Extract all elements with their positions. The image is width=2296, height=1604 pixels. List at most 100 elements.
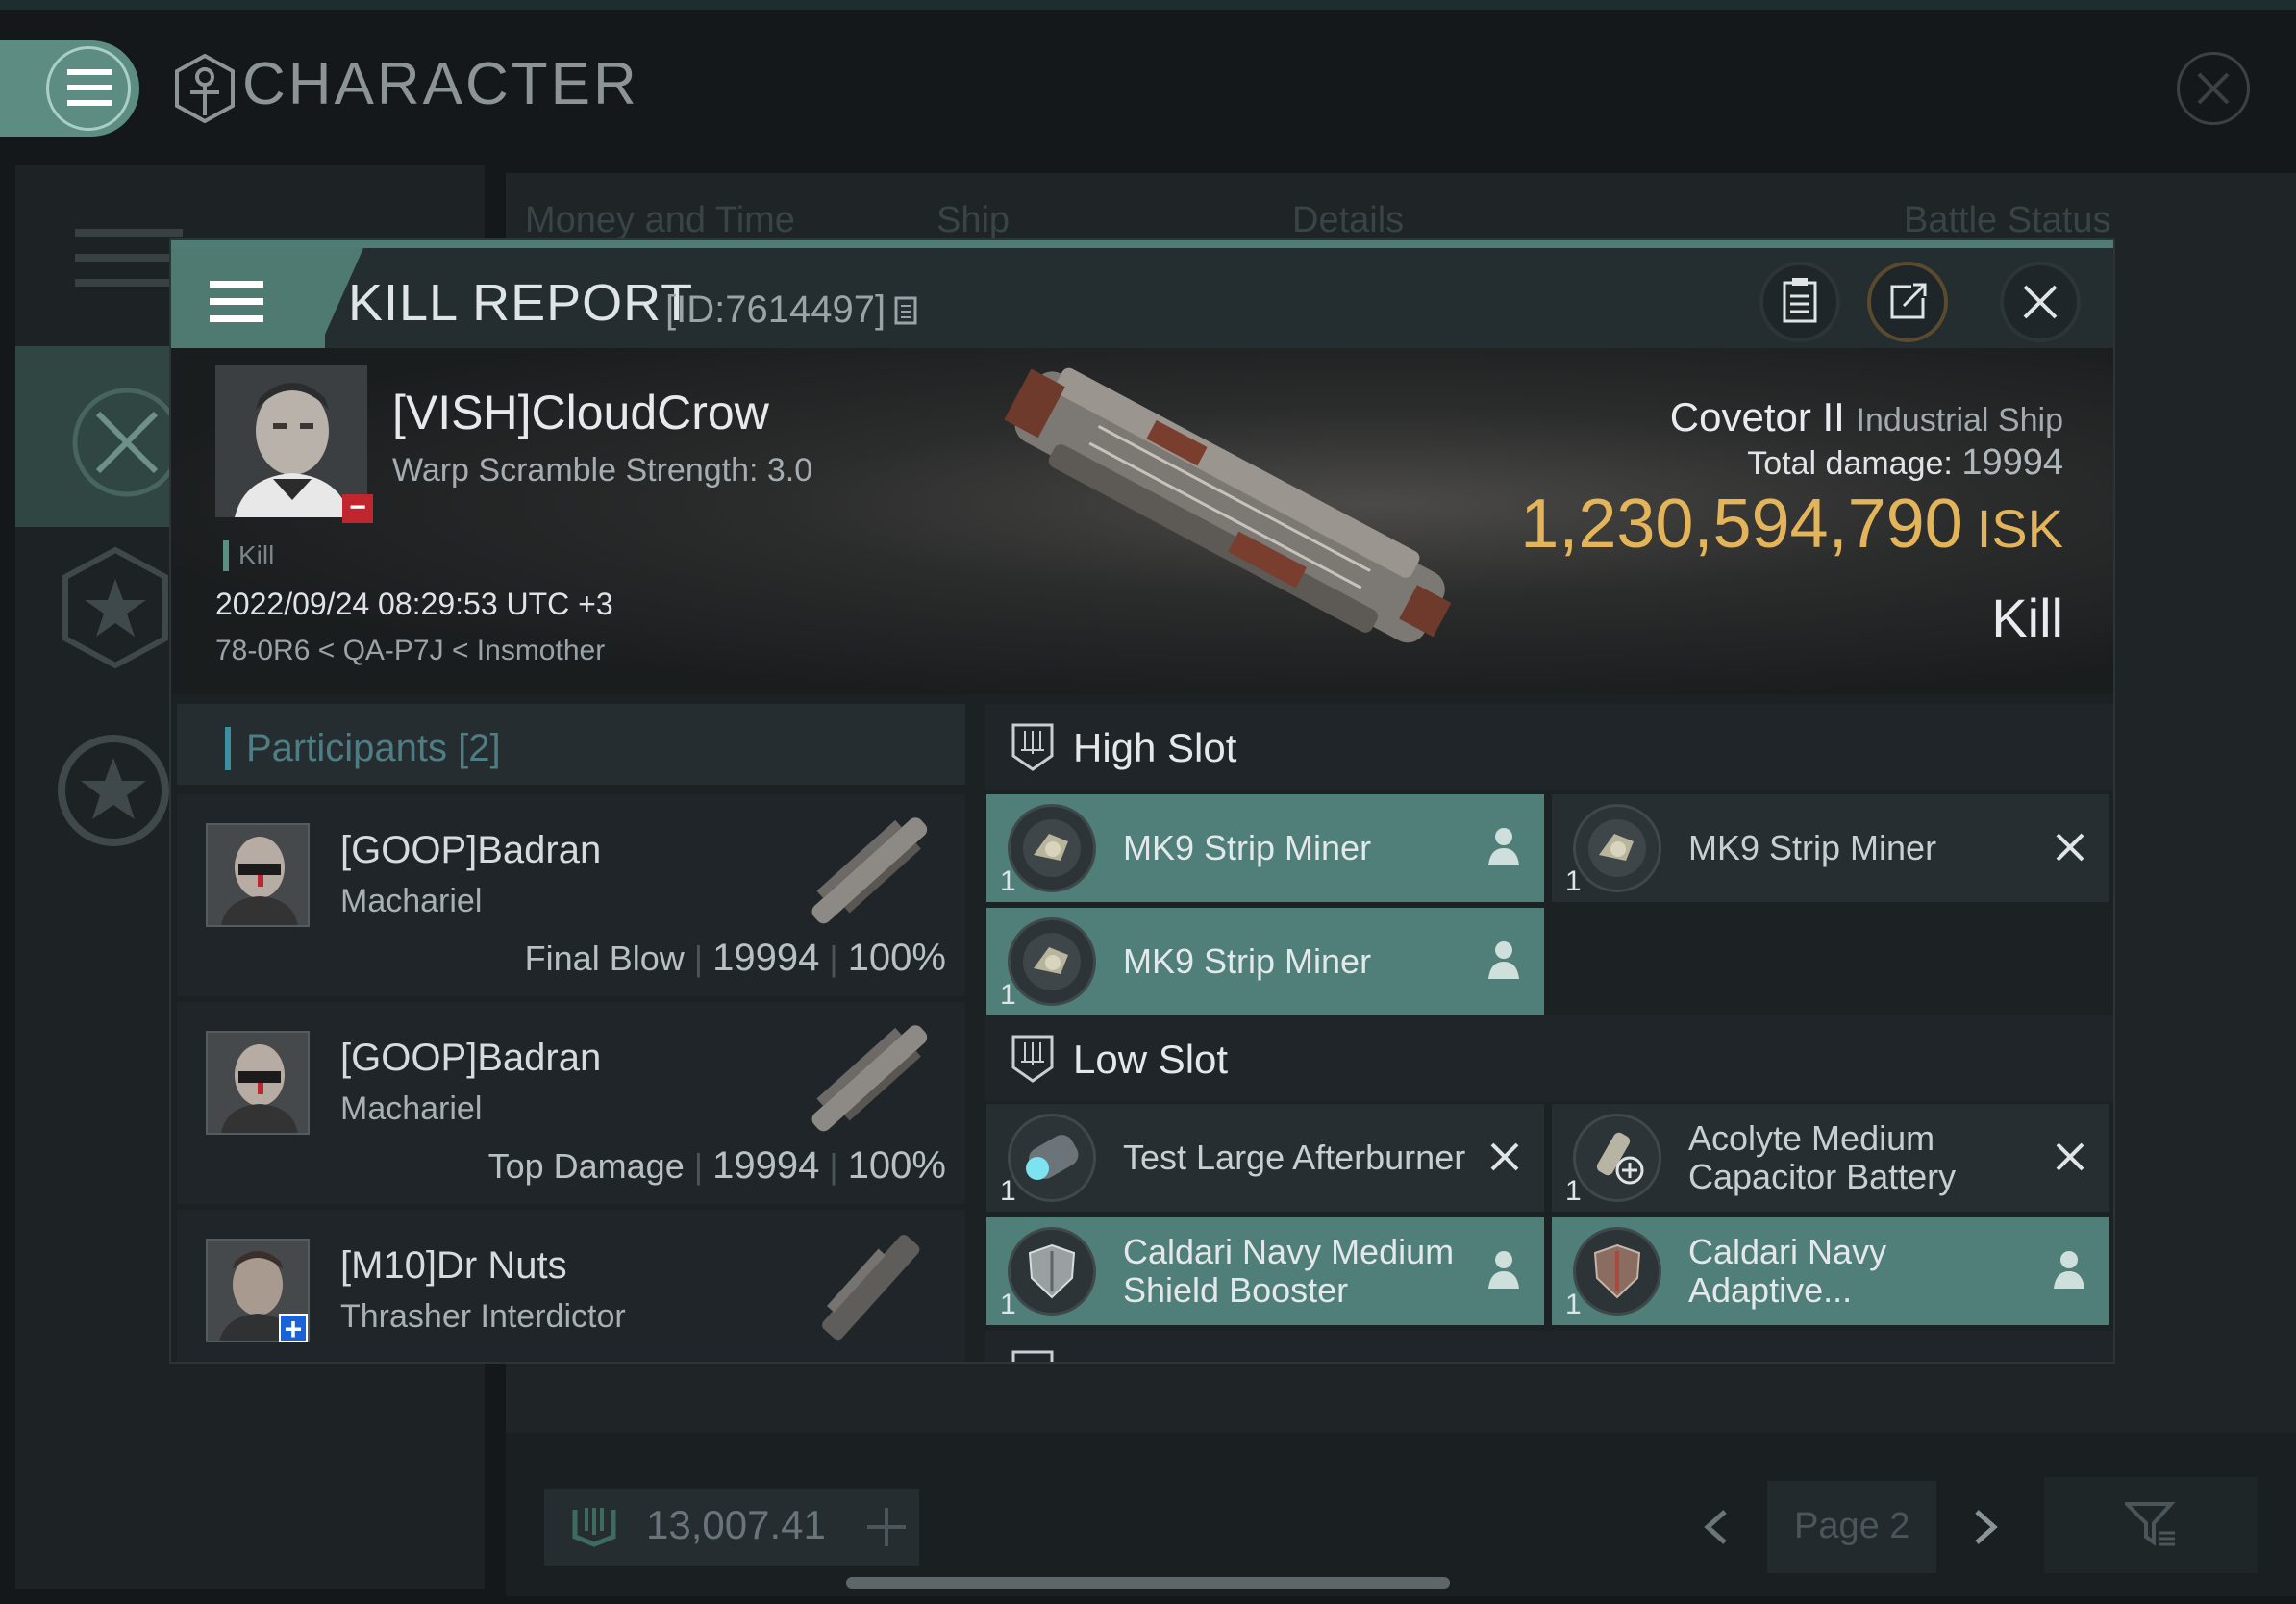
- low-slot-label: Low Slot: [1073, 1037, 1229, 1082]
- participant-damage: 19994: [712, 1144, 820, 1187]
- item-name: Test Large Afterburner: [1123, 1138, 1466, 1177]
- participant-stats: Top Damage | 19994 | 100%: [487, 1144, 946, 1187]
- modal-close-button[interactable]: [2000, 262, 2081, 342]
- next-slot-header: [985, 1331, 2113, 1362]
- participant-name[interactable]: [GOOP]Badran: [340, 1037, 601, 1080]
- bg-tab-battle-status[interactable]: Battle Status: [1904, 200, 2110, 241]
- total-damage-value: 19994: [1961, 442, 2063, 483]
- low-slot-item[interactable]: 1 Test Large Afterburner: [986, 1104, 1544, 1212]
- high-slot-label: High Slot: [1073, 725, 1237, 770]
- high-slot-item[interactable]: 1 MK9 Strip Miner: [986, 794, 1544, 902]
- isk-value: 1,230,594,790: [1520, 486, 1963, 563]
- participant-row[interactable]: + [M10]Dr Nuts Thrasher Interdictor: [177, 1210, 965, 1362]
- top-border: [0, 0, 2296, 10]
- star-badge-icon: [62, 546, 168, 669]
- crossed-swords-icon: [72, 388, 182, 497]
- participant-name[interactable]: [GOOP]Badran: [340, 829, 601, 872]
- low-slot-item[interactable]: 1 Acolyte Medium Capacitor Battery: [1552, 1104, 2109, 1212]
- low-slot-icon: [1011, 1035, 1054, 1083]
- participant-name[interactable]: [M10]Dr Nuts: [340, 1244, 567, 1288]
- kill-summary: − [VISH]CloudCrow Warp Scramble Strength…: [171, 348, 2113, 694]
- wallet-icon: [572, 1508, 616, 1547]
- pilot-icon: [1488, 941, 1519, 979]
- strip-miner-icon: [1008, 917, 1096, 1006]
- participant-ship: Machariel: [340, 1090, 483, 1127]
- clipboard-icon: [1783, 278, 1817, 323]
- high-slot-item[interactable]: 1 MK9 Strip Miner: [1552, 794, 2109, 902]
- high-slot-icon: [1011, 723, 1054, 771]
- participant-row[interactable]: [GOOP]Badran Machariel Final Blow | 19994 |…: [177, 794, 965, 996]
- bg-tab-money[interactable]: Money and Time: [525, 200, 795, 241]
- chevron-right-icon[interactable]: [1971, 1508, 2000, 1546]
- copy-icon[interactable]: [892, 294, 921, 327]
- isk-line: 1,230,594,790 ISK: [1520, 485, 2063, 564]
- participant-percent: 100%: [847, 937, 946, 979]
- low-slot-item[interactable]: 1 Caldari Navy Medium Shield Booster: [986, 1217, 1544, 1325]
- ship-name-line: Covetor II Industrial Ship: [1670, 394, 2063, 440]
- afterburner-icon: [1008, 1114, 1096, 1202]
- participant-ship-image: [822, 1235, 920, 1341]
- modal-header: KILL REPORT [ID:7614497]: [171, 240, 2113, 356]
- item-name: MK9 Strip Miner: [1123, 941, 1372, 981]
- item-quantity: 1: [1565, 1289, 1582, 1320]
- total-damage-line: Total damage: 19994: [1747, 442, 2063, 484]
- bg-tab-ship[interactable]: Ship: [936, 200, 1010, 241]
- pilot-icon: [1488, 828, 1519, 865]
- slot-icon: [1011, 1350, 1054, 1362]
- item-quantity: 1: [1000, 865, 1016, 897]
- balance-value: 13,007.41: [646, 1502, 826, 1547]
- chevron-left-icon[interactable]: [1702, 1508, 1731, 1546]
- pilot-avatar-image: [208, 825, 308, 925]
- participant-ship-image: [811, 1025, 928, 1132]
- page-label: Page 2: [1794, 1506, 1910, 1546]
- item-quantity: 1: [1000, 1289, 1016, 1320]
- participants-count: [2]: [458, 727, 501, 769]
- capacitor-battery-icon: [1573, 1114, 1661, 1202]
- share-button[interactable]: [1867, 262, 1948, 342]
- participant-role: Top Damage: [487, 1146, 685, 1186]
- total-damage-label: Total damage:: [1747, 445, 1953, 482]
- item-name: MK9 Strip Miner: [1688, 828, 1937, 867]
- item-name: Caldari Navy Adaptive...: [1688, 1232, 1887, 1310]
- strip-miner-icon: [1573, 804, 1661, 892]
- bg-tab-details[interactable]: Details: [1292, 200, 1404, 241]
- item-quantity: 1: [1000, 1175, 1016, 1207]
- x-icon: [2056, 833, 2084, 862]
- item-name: Caldari Navy Medium Shield Booster: [1123, 1232, 1455, 1310]
- modal-title: KILL REPORT: [348, 274, 694, 332]
- x-icon: [1490, 1142, 1519, 1171]
- filter-button[interactable]: [2044, 1477, 2258, 1573]
- isk-unit: ISK: [1976, 498, 2063, 559]
- participant-row[interactable]: [GOOP]Badran Machariel Top Damage | 19994 |…: [177, 1002, 965, 1204]
- close-icon: [2197, 72, 2230, 105]
- share-icon: [1890, 283, 1927, 319]
- kill-tag: Kill: [223, 540, 274, 571]
- participant-ship-image: [811, 817, 928, 924]
- item-quantity: 1: [1000, 979, 1016, 1011]
- horizontal-scrollbar[interactable]: [846, 1577, 1450, 1589]
- ship-class: Industrial Ship: [1856, 402, 2063, 439]
- clipboard-button[interactable]: [1759, 262, 1840, 342]
- victim-name[interactable]: [VISH]CloudCrow: [392, 385, 769, 440]
- avatar: [206, 823, 310, 927]
- kill-report-modal: KILL REPORT [ID:7614497] − [VISH]CloudCr…: [169, 238, 2115, 1364]
- filter-icon: [2125, 1502, 2176, 1546]
- kill-result: Kill: [1991, 588, 2063, 648]
- add-icon[interactable]: [865, 1506, 908, 1548]
- participant-ship: Thrasher Interdictor: [340, 1298, 626, 1335]
- strip-miner-icon: [1008, 804, 1096, 892]
- modal-menu-button[interactable]: [171, 248, 325, 356]
- item-quantity: 1: [1565, 1175, 1582, 1207]
- low-slot-item[interactable]: 1 Caldari Navy Adaptive...: [1552, 1217, 2109, 1325]
- high-slot-item[interactable]: 1 MK9 Strip Miner: [986, 908, 1544, 1015]
- x-icon: [2056, 1142, 2084, 1171]
- participant-ship: Machariel: [340, 883, 483, 919]
- ship-name[interactable]: Covetor II: [1670, 394, 1845, 439]
- victim-subtitle: Warp Scramble Strength: 3.0: [392, 452, 813, 489]
- participants-label: Participants: [246, 727, 447, 769]
- star-circle-icon: [58, 735, 169, 846]
- participant-stats: Final Blow | 19994 | 100%: [524, 937, 946, 979]
- app-close-button[interactable]: [2177, 52, 2250, 125]
- app-menu-button[interactable]: [0, 40, 139, 137]
- item-quantity: 1: [1565, 865, 1582, 897]
